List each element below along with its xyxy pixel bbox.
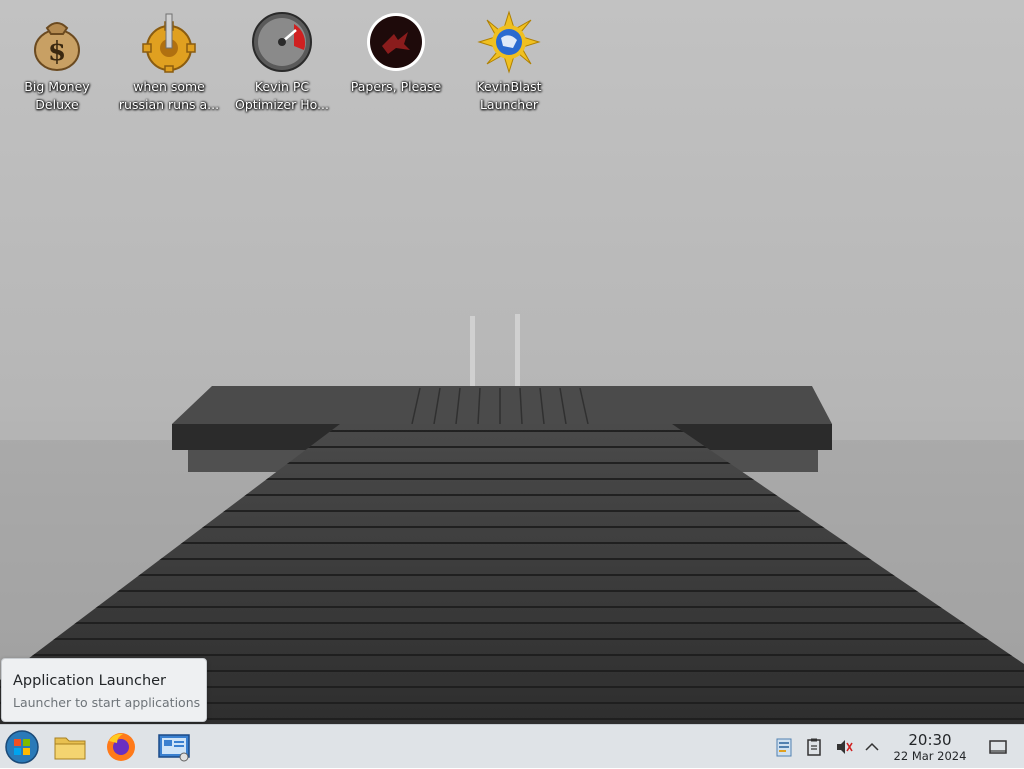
clipboard-icon xyxy=(807,738,821,756)
application-launcher-tooltip: Application Launcher Launcher to start a… xyxy=(1,658,207,722)
desktop-icon-label: Big Money Deluxe xyxy=(24,79,90,112)
firefox-icon xyxy=(107,733,135,761)
desktop-icon-papers-please[interactable]: Papers, Please xyxy=(340,6,452,116)
desktop-icon-label: KevinBlast Launcher xyxy=(476,79,542,112)
money-bag-icon: $ xyxy=(34,22,80,71)
tray-expand-button[interactable] xyxy=(862,737,882,757)
volume-tray[interactable] xyxy=(834,737,854,757)
papers-please-icon xyxy=(367,13,425,71)
desktop-icon-kevin-pc-optimizer[interactable]: Kevin PC Optimizer Ho... xyxy=(226,6,338,116)
desktop-icon-kevinblast-launcher[interactable]: KevinBlast Launcher xyxy=(453,6,565,116)
remote-desktop-icon xyxy=(158,734,190,762)
application-launcher-button[interactable] xyxy=(4,729,40,765)
tooltip-subtitle: Launcher to start applications xyxy=(13,695,201,710)
svg-text:$: $ xyxy=(48,37,66,67)
start-orb-icon xyxy=(5,730,39,764)
firefox-button[interactable] xyxy=(103,729,139,765)
remote-desktop-button[interactable] xyxy=(156,729,192,765)
gear-icon xyxy=(142,13,196,73)
volume-muted-icon xyxy=(837,740,853,754)
chevron-up-icon xyxy=(865,742,879,751)
desktop[interactable]: $ Big Money Deluxe when some russian run… xyxy=(0,0,1024,724)
clock-date[interactable]: 22 Mar 2024 xyxy=(886,749,974,763)
file-manager-button[interactable] xyxy=(52,729,88,765)
desktop-icon-big-money-deluxe[interactable]: $ Big Money Deluxe xyxy=(1,6,113,116)
desktop-icon-label: when some russian runs a... xyxy=(118,79,220,112)
desktop-icon-label: Papers, Please xyxy=(350,79,442,94)
desktop-icon-label: Kevin PC Optimizer Ho... xyxy=(235,79,329,112)
clipboard-tray[interactable] xyxy=(804,737,824,757)
clipboard-note-tray[interactable] xyxy=(774,737,794,757)
desktop-icon-russian-runs[interactable]: when some russian runs a... xyxy=(113,6,225,116)
sun-globe-icon xyxy=(477,10,541,74)
clipboard-note-icon xyxy=(776,738,792,757)
show-desktop-button[interactable] xyxy=(988,737,1008,757)
show-desktop-icon xyxy=(989,740,1007,754)
clock-time[interactable]: 20:30 xyxy=(892,731,968,749)
taskbar: 20:30 22 Mar 2024 xyxy=(0,724,1024,768)
folder-icon xyxy=(54,737,86,760)
speedometer-icon xyxy=(252,12,312,72)
tooltip-title: Application Launcher xyxy=(13,673,167,689)
